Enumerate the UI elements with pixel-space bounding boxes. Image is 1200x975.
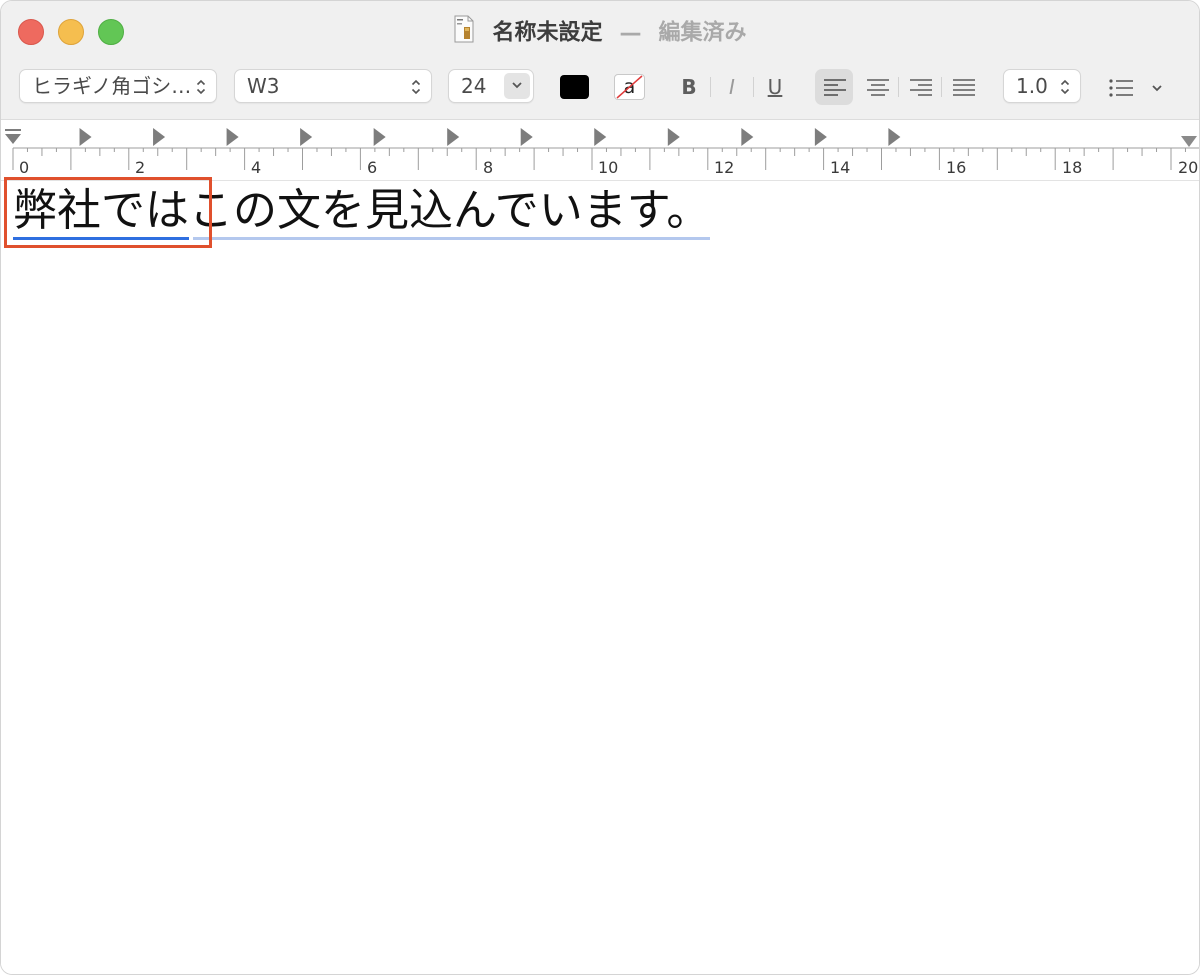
document-icon[interactable] [453, 15, 475, 52]
tab-stop-marker[interactable] [667, 128, 680, 146]
italic-button[interactable]: I [717, 71, 747, 103]
bold-button[interactable]: B [674, 71, 704, 103]
tab-stop-marker[interactable] [888, 128, 901, 146]
align-center-icon [867, 79, 889, 96]
tab-stop-marker[interactable] [373, 128, 386, 146]
justify-icon [953, 79, 975, 96]
align-left-icon [824, 79, 846, 96]
ruler-label: 12 [714, 158, 735, 177]
font-family-popup[interactable]: ヒラギノ角ゴシ… [19, 69, 217, 103]
tab-stop-marker[interactable] [594, 128, 607, 146]
titlebar: 名称未設定 — 編集済み ヒラギノ角ゴシ… W3 24 B I U 1.0 [1, 1, 1199, 120]
ruler-label: 20 [1178, 158, 1199, 177]
line-spacing-popup[interactable]: 1.0 [1003, 69, 1081, 103]
tab-stop-marker[interactable] [741, 128, 754, 146]
title-separator: — [619, 20, 642, 46]
ruler-label: 0 [19, 158, 30, 177]
ruler-label: 14 [830, 158, 851, 177]
font-size-dropdown-button[interactable] [504, 73, 530, 99]
divider [941, 77, 942, 97]
tab-stop-marker[interactable] [520, 128, 533, 146]
tab-stop-marker[interactable] [300, 128, 313, 146]
highlight-annotation-box [4, 177, 212, 248]
align-center-button[interactable] [858, 69, 896, 105]
ruler[interactable]: 0 2 4 6 8 10 12 14 16 18 20 [1, 120, 1199, 181]
ruler-label: 4 [251, 158, 262, 177]
divider [753, 77, 754, 97]
align-right-icon [910, 79, 932, 96]
text-color-well[interactable] [560, 75, 589, 99]
divider [710, 77, 711, 97]
chevron-down-icon [512, 82, 522, 89]
font-weight-popup[interactable]: W3 [234, 69, 432, 103]
tab-stop-marker[interactable] [447, 128, 460, 146]
font-weight-value: W3 [247, 74, 280, 98]
ruler-label: 18 [1062, 158, 1083, 177]
window-title: 名称未設定 [492, 20, 603, 46]
font-size-value: 24 [461, 74, 487, 98]
list-style-popup[interactable] [1107, 73, 1167, 103]
sentence-rest[interactable]: この文を見込んでいます。 [189, 183, 711, 240]
align-left-button[interactable] [815, 69, 853, 105]
ruler-label: 10 [598, 158, 619, 177]
no-color-slash-icon [616, 75, 643, 99]
bulleted-list-icon [1109, 79, 1162, 97]
tab-stop-marker[interactable] [814, 128, 827, 146]
underline-button[interactable]: U [760, 71, 790, 103]
document-text-area[interactable]: 弊社ではこの文を見込んでいます。 [1, 181, 1199, 974]
justify-button[interactable] [944, 69, 982, 105]
divider [898, 77, 899, 97]
background-color-well[interactable]: a [614, 74, 645, 100]
updown-chevron-icon [196, 79, 206, 95]
updown-chevron-icon [1060, 79, 1070, 95]
ruler-label: 8 [483, 158, 494, 177]
font-size-combo[interactable]: 24 [448, 69, 534, 103]
align-right-button[interactable] [901, 69, 939, 105]
updown-chevron-icon [411, 79, 421, 95]
ruler-label: 2 [135, 158, 146, 177]
tab-stop-marker[interactable] [79, 128, 92, 146]
ruler-label: 16 [946, 158, 967, 177]
edited-status: 編集済み [658, 20, 747, 46]
window-title-area: 名称未設定 — 編集済み [1, 15, 1199, 52]
ruler-label: 6 [367, 158, 378, 177]
tab-stop-marker[interactable] [153, 128, 166, 146]
textedit-window: 名称未設定 — 編集済み ヒラギノ角ゴシ… W3 24 B I U 1.0 0 … [0, 0, 1200, 975]
line-spacing-value: 1.0 [1016, 74, 1048, 98]
font-family-value: ヒラギノ角ゴシ… [32, 74, 192, 98]
tab-stop-marker[interactable] [226, 128, 239, 146]
